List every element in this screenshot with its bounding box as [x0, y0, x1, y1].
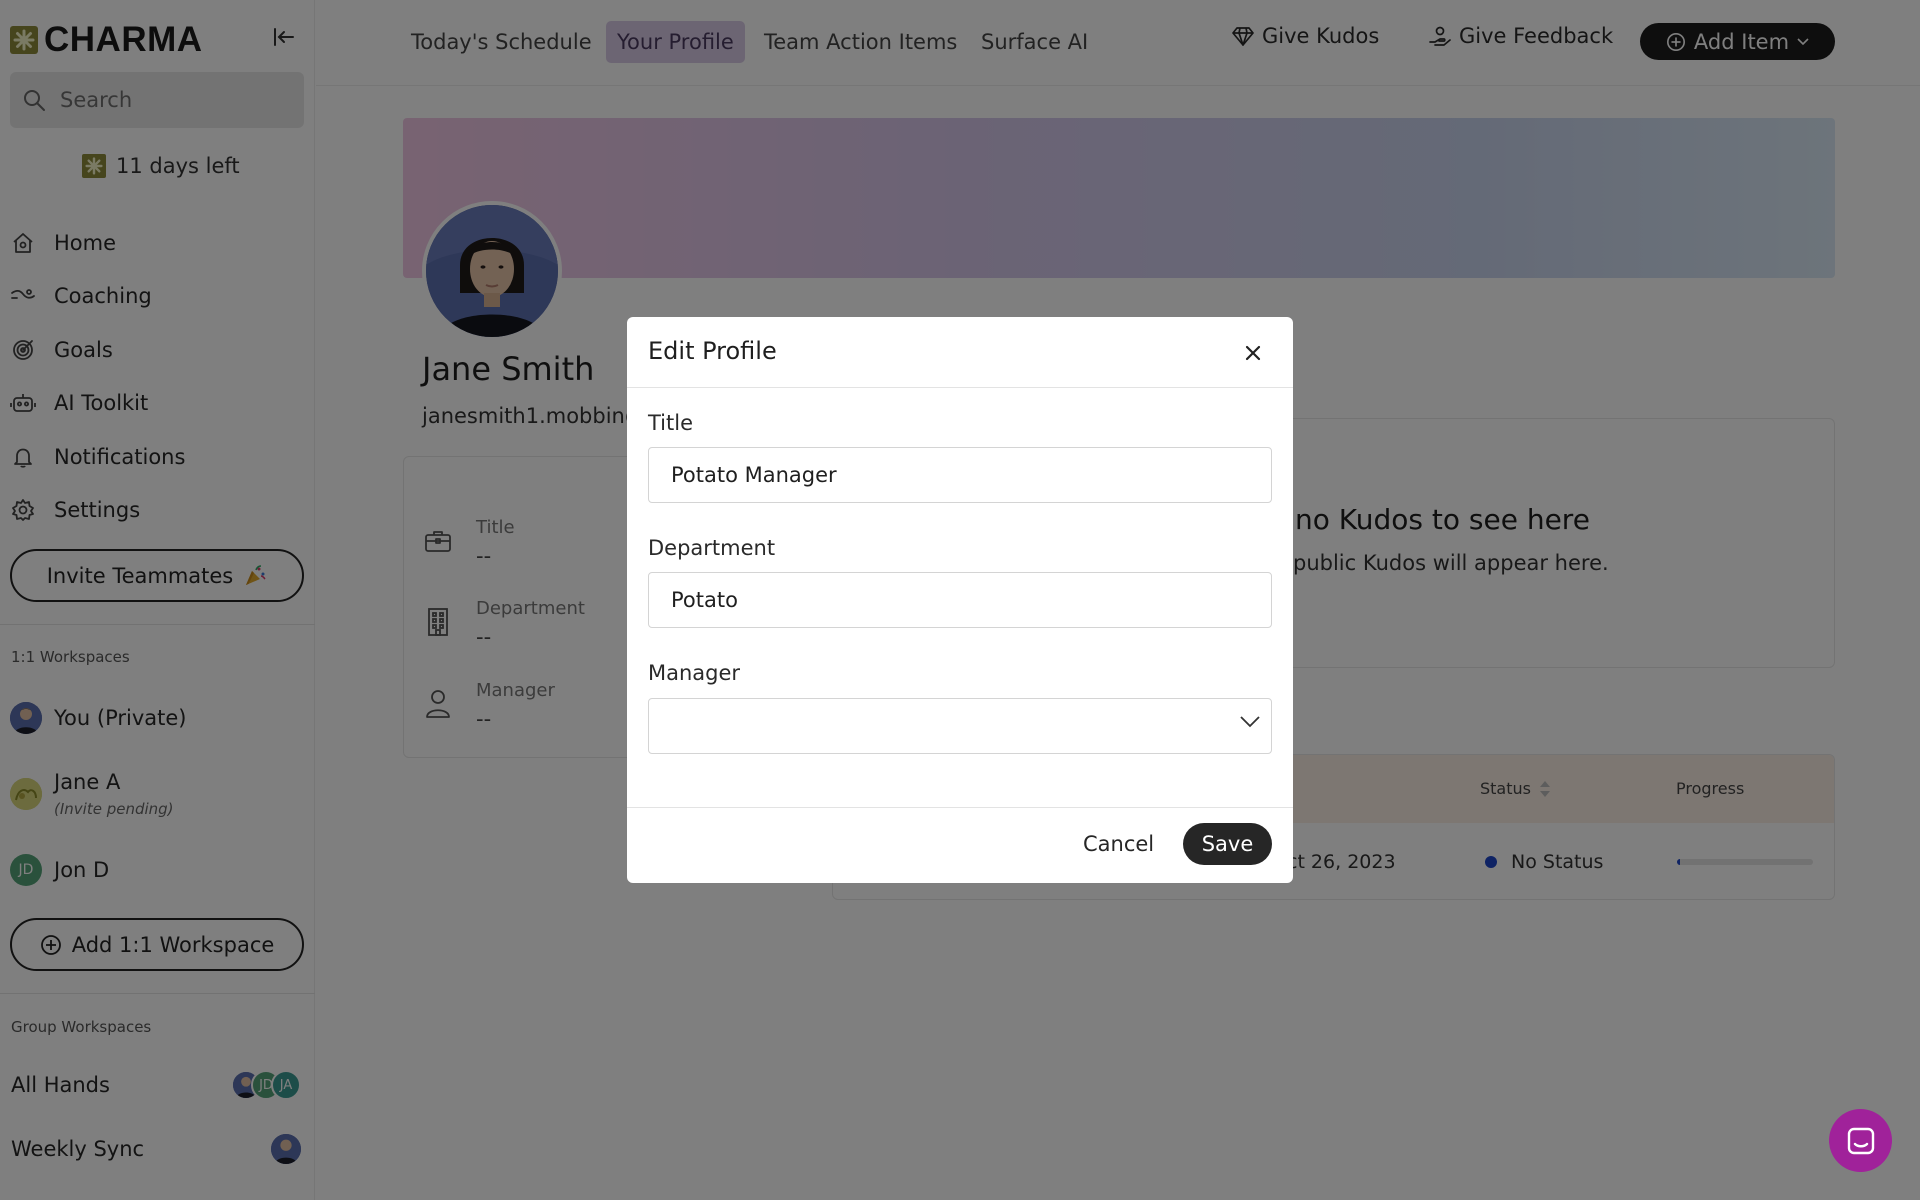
- title-input[interactable]: [648, 447, 1272, 503]
- save-button[interactable]: Save: [1183, 823, 1272, 865]
- close-icon[interactable]: [1239, 339, 1267, 367]
- chevron-down-icon: [1239, 715, 1261, 729]
- cancel-button[interactable]: Cancel: [1071, 823, 1166, 865]
- dialog-footer: Cancel Save: [627, 807, 1293, 883]
- dialog-title: Edit Profile: [648, 337, 777, 365]
- manager-field-label: Manager: [648, 661, 741, 685]
- chat-support-button[interactable]: [1829, 1109, 1892, 1172]
- title-field-label: Title: [648, 411, 694, 435]
- edit-profile-dialog: Edit Profile Title Department Manager Ca…: [627, 317, 1293, 883]
- department-field-label: Department: [648, 536, 776, 560]
- manager-select[interactable]: [648, 698, 1272, 754]
- department-input[interactable]: [648, 572, 1272, 628]
- chat-icon: [1846, 1126, 1876, 1156]
- dialog-header: Edit Profile: [627, 317, 1293, 388]
